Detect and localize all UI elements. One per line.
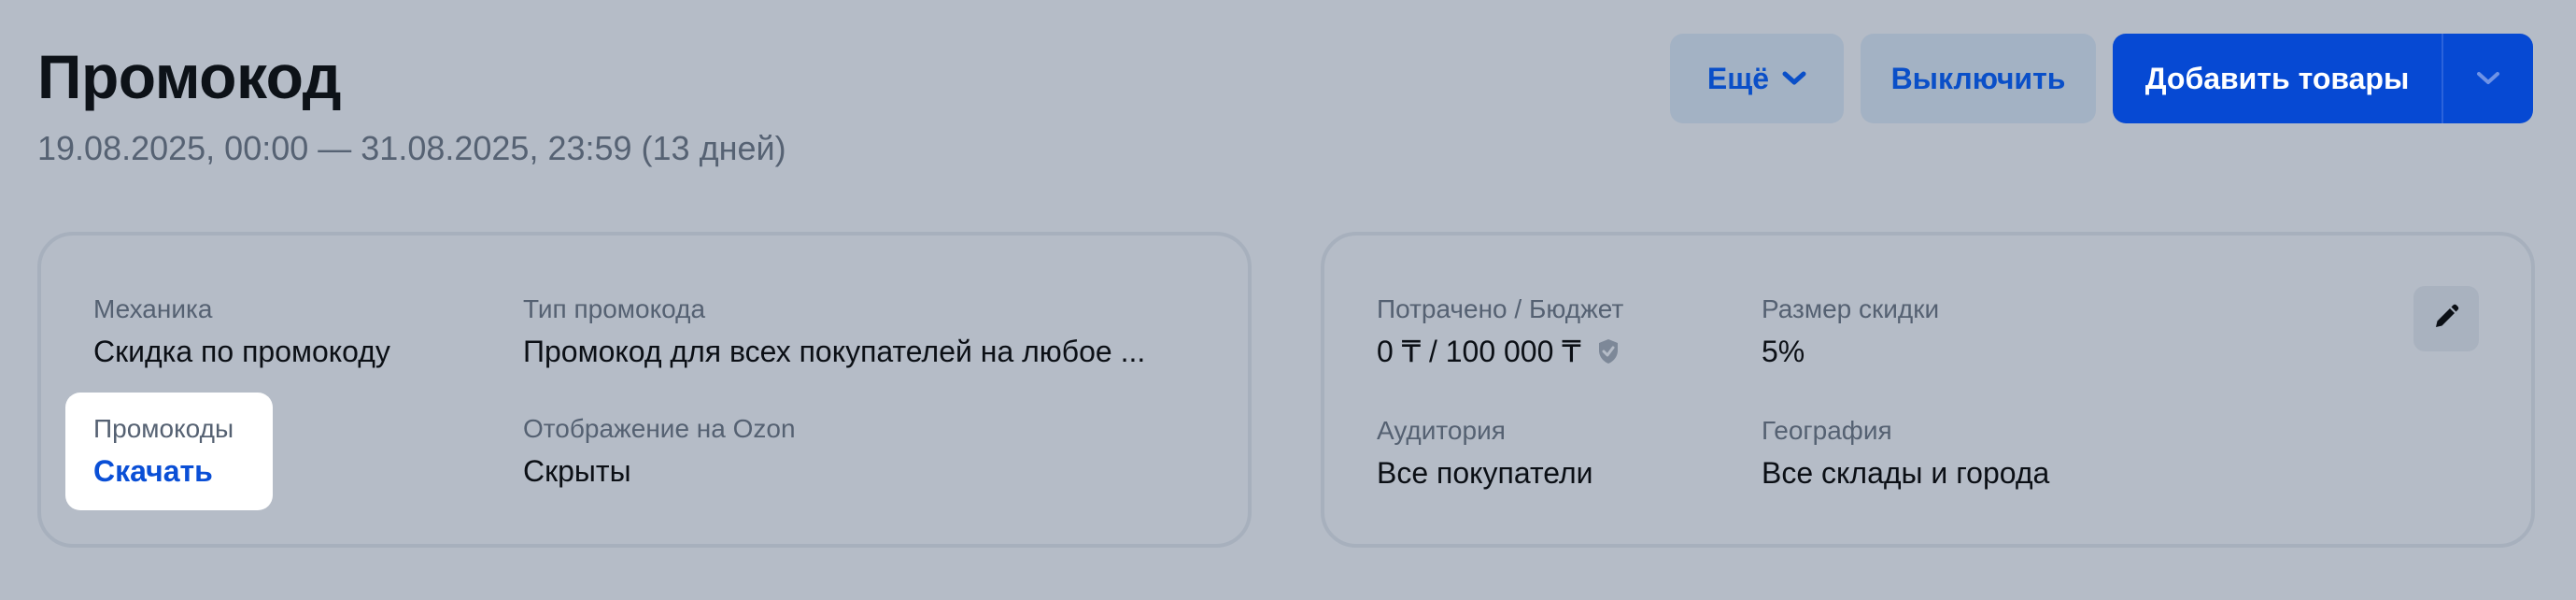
more-button-label: Ещё [1706, 61, 1770, 95]
discount-field: Размер скидки 5% [1762, 293, 1939, 370]
promocodes-field: Промокоды Скачать [93, 413, 234, 490]
mechanics-field: Механика Скидка по промокоду [93, 293, 390, 370]
pencil-icon [2431, 302, 2461, 336]
spent-field: Потрачено / Бюджет 0 ₸ / 100 000 ₸ [1377, 293, 1623, 370]
promo-type-field: Тип промокода Промокод для всех покупате… [523, 293, 1145, 370]
edit-button[interactable] [2413, 286, 2479, 351]
discount-value: 5% [1762, 335, 1805, 368]
promo-details-card: Механика Скидка по промокоду Тип промоко… [37, 232, 1252, 548]
more-button[interactable]: Ещё [1670, 34, 1844, 123]
display-value: Скрыты [523, 454, 631, 488]
add-products-button[interactable]: Добавить товары [2113, 34, 2442, 123]
promo-type-label: Тип промокода [523, 294, 706, 323]
audience-label: Аудитория [1377, 416, 1506, 445]
download-link[interactable]: Скачать [93, 454, 213, 488]
discount-label: Размер скидки [1762, 294, 1940, 323]
chevron-down-icon [2475, 70, 2501, 87]
budget-card: Потрачено / Бюджет 0 ₸ / 100 000 ₸ Разме… [1321, 232, 2535, 548]
display-label: Отображение на Ozon [523, 414, 796, 443]
audience-field: Аудитория Все покупатели [1377, 415, 1593, 492]
spent-value: 0 ₸ / 100 000 ₸ [1377, 335, 1581, 368]
geography-value: Все склады и города [1762, 456, 2050, 490]
disable-button[interactable]: Выключить [1861, 34, 2096, 123]
promo-type-value: Промокод для всех покупателей на любое .… [523, 335, 1146, 368]
add-products-split-button: Добавить товары [2113, 34, 2533, 123]
date-range: 19.08.2025, 00:00 — 31.08.2025, 23:59 (1… [37, 129, 786, 167]
geography-label: География [1762, 416, 1892, 445]
add-products-dropdown-button[interactable] [2443, 34, 2533, 123]
header-actions: Ещё Выключить Добавить товары [1670, 34, 2533, 123]
chevron-down-icon [1782, 70, 1806, 87]
page-title: Промокод [37, 42, 341, 111]
geography-field: География Все склады и города [1762, 415, 2049, 492]
audience-value: Все покупатели [1377, 456, 1593, 490]
mechanics-label: Механика [93, 294, 213, 323]
display-field: Отображение на Ozon Скрыты [523, 413, 796, 490]
spent-label: Потрачено / Бюджет [1377, 294, 1624, 323]
mechanics-value: Скидка по промокоду [93, 335, 390, 368]
promocodes-label: Промокоды [93, 414, 234, 443]
shield-icon [1596, 337, 1621, 365]
